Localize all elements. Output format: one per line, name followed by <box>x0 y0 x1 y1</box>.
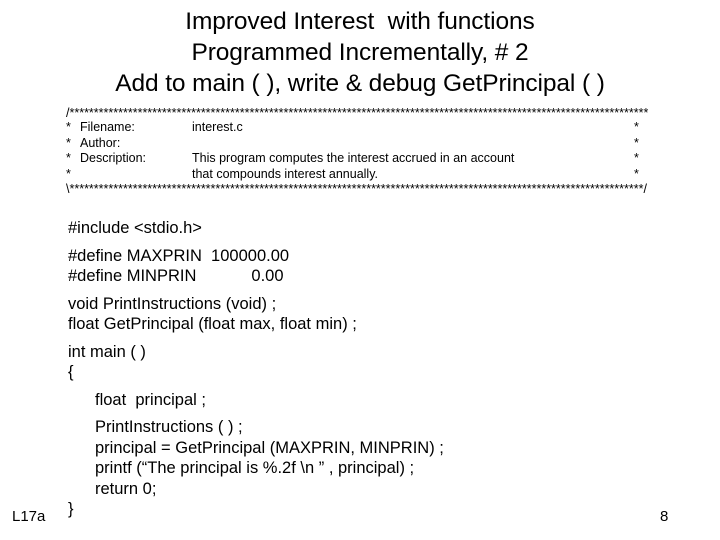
slide-canvas: Improved Interest with functions Program… <box>0 0 720 540</box>
title-line-1: Improved Interest with functions <box>185 8 535 35</box>
source-comment-banner: /***************************************… <box>66 106 648 196</box>
code-line: { <box>68 363 74 381</box>
code-line: #define MINPRIN 0.00 <box>68 267 284 285</box>
comment-value-description-cont: that compounds interest annually. <box>192 166 378 181</box>
code-line: int main ( ) <box>68 342 146 361</box>
page-number: 8 <box>660 508 669 525</box>
comment-right-star: * <box>634 166 639 181</box>
code-line: PrintInstructions ( ) ; <box>95 418 243 436</box>
code-line: void PrintInstructions (void) ; <box>68 294 277 313</box>
comment-row-author: * Author: * <box>66 136 648 152</box>
comment-right-star: * <box>634 120 639 134</box>
comment-row-description-cont: * that compounds interest annually. * <box>66 167 648 183</box>
comment-row-description: * Description: This program computes the… <box>66 151 648 167</box>
comment-row-filename: * Filename: interest.c * <box>66 120 648 136</box>
page-title: Improved Interest with functions Program… <box>0 6 720 99</box>
title-line-2: Programmed Incrementally, # 2 <box>191 39 529 66</box>
comment-label-filename: Filename: <box>80 120 135 134</box>
comment-label-description: Description: <box>80 151 146 166</box>
comment-value-description: This program computes the interest accru… <box>192 151 515 166</box>
comment-right-star: * <box>634 135 639 150</box>
comment-bottom-rule: \***************************************… <box>66 182 647 197</box>
code-line: principal = GetPrincipal (MAXPRIN, MINPR… <box>95 438 444 457</box>
footer-label: L17a <box>12 508 46 525</box>
comment-left-star: * <box>66 166 71 181</box>
code-line: } <box>68 500 74 518</box>
code-line: float GetPrincipal (float max, float min… <box>68 315 357 333</box>
comment-left-star: * <box>66 120 71 134</box>
comment-right-star: * <box>634 151 639 166</box>
comment-value-filename: interest.c <box>192 120 243 134</box>
comment-left-star: * <box>66 135 71 150</box>
code-line: float principal ; <box>95 390 206 409</box>
title-line-3: Add to main ( ), write & debug GetPrinci… <box>115 70 605 97</box>
code-line: #define MAXPRIN 100000.00 <box>68 246 290 265</box>
source-code-listing: #include <stdio.h> #define MAXPRIN 10000… <box>68 218 668 520</box>
comment-label-author: Author: <box>80 135 121 150</box>
code-line: #include <stdio.h> <box>68 219 202 237</box>
code-line: printf (“The principal is %.2f \n ” , pr… <box>95 459 415 477</box>
comment-top-rule: /***************************************… <box>66 106 648 120</box>
code-line: return 0; <box>95 479 157 498</box>
comment-left-star: * <box>66 151 71 166</box>
